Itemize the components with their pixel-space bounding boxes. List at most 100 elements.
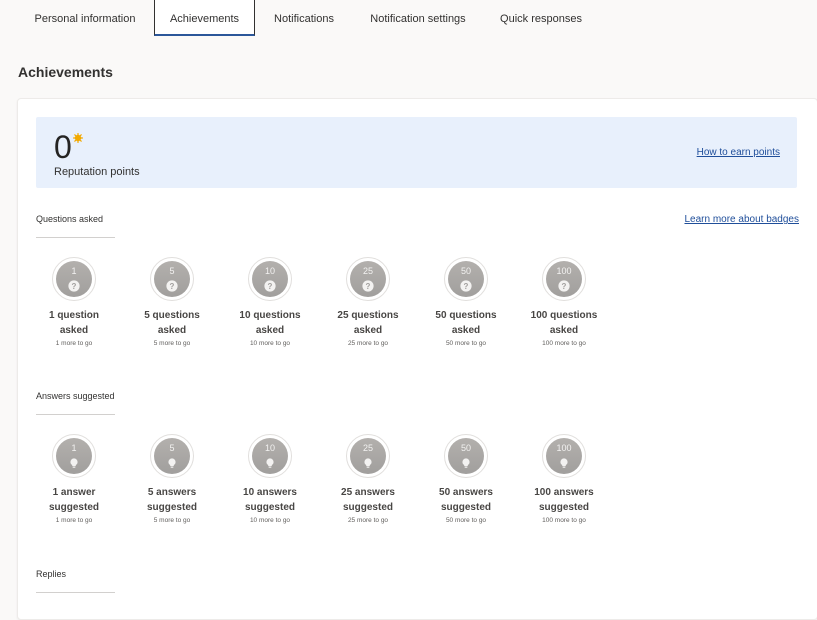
question-icon: ?	[166, 279, 178, 292]
badge-number: 10	[264, 266, 275, 276]
badge-medal-inner: 1?	[56, 261, 92, 297]
badge-title-line1: 25 answers	[341, 487, 395, 498]
question-icon: ?	[362, 279, 374, 292]
badge-medal: 50	[444, 434, 488, 478]
achievements-card: 0 Reputation points How to earn points L…	[17, 98, 817, 620]
learn-more-badges-link[interactable]: Learn more about badges	[684, 214, 799, 225]
page-title: Achievements	[18, 64, 113, 80]
lightbulb-icon	[460, 456, 472, 468]
badge: 1? 1 question asked 1 more to go	[24, 257, 124, 347]
badge-number: 1	[71, 266, 77, 276]
badge-title: 50 answers suggested	[416, 485, 516, 515]
badge-number: 50	[460, 266, 471, 276]
badge-title-line1: 10 answers	[243, 487, 297, 498]
badge-number: 100	[556, 443, 572, 453]
svg-text:?: ?	[464, 282, 469, 291]
badge-title-line2: suggested	[538, 502, 589, 513]
reputation-label: Reputation points	[54, 166, 140, 178]
badge-medal: 1?	[52, 257, 96, 301]
badge: 100 100 answers suggested 100 more to go	[514, 434, 614, 524]
tab-achievements[interactable]: Achievements	[154, 0, 255, 36]
badge: 100? 100 questions asked 100 more to go	[514, 257, 614, 347]
badge-title: 25 answers suggested	[318, 485, 418, 515]
badge-title-line1: 5 answers	[147, 487, 197, 498]
svg-text:?: ?	[562, 282, 567, 291]
tab-notifications[interactable]: Notifications	[262, 0, 346, 36]
badge: 25? 25 questions asked 25 more to go	[318, 257, 418, 347]
badge-medal: 10?	[248, 257, 292, 301]
badge-title-line1: 100 questions	[530, 310, 598, 321]
badge-title-line1: 100 answers	[534, 487, 594, 498]
tab-personal-information[interactable]: Personal information	[26, 0, 144, 36]
badge-title: 100 questions asked	[514, 308, 614, 338]
badge-number: 25	[362, 443, 373, 453]
section-divider	[36, 592, 115, 593]
badge: 10 10 answers suggested 10 more to go	[220, 434, 320, 524]
badge-title: 5 answers suggested	[122, 485, 222, 515]
badge-number: 50	[460, 443, 471, 453]
badge-medal-inner: 25	[350, 438, 386, 474]
badge-medal-inner: 1	[56, 438, 92, 474]
question-icon: ?	[558, 279, 570, 292]
badge-medal: 50?	[444, 257, 488, 301]
badge-medal: 5	[150, 434, 194, 478]
badge-title-line2: asked	[255, 325, 285, 336]
badge-title-line2: suggested	[146, 502, 197, 513]
badge-medal-inner: 10	[252, 438, 288, 474]
section-divider	[36, 414, 115, 415]
svg-text:?: ?	[268, 282, 273, 291]
badge-title-line2: asked	[59, 325, 89, 336]
badge-title-line2: suggested	[48, 502, 99, 513]
badge-title-line1: 50 answers	[439, 487, 493, 498]
lightbulb-icon	[558, 456, 570, 468]
section-title: Replies	[36, 569, 67, 579]
badge-title-line1: 25 questions	[337, 310, 399, 321]
badge: 1 1 answer suggested 1 more to go	[24, 434, 124, 524]
badge-progress: 1 more to go	[55, 517, 93, 524]
badge-medal-inner: 10?	[252, 261, 288, 297]
badge-medal: 25	[346, 434, 390, 478]
tab-quick-responses[interactable]: Quick responses	[490, 0, 592, 36]
badge-progress: 10 more to go	[249, 340, 291, 347]
question-icon: ?	[460, 279, 472, 292]
badge-title-line2: asked	[353, 325, 383, 336]
badge-title-line2: suggested	[440, 502, 491, 513]
badge-medal: 100?	[542, 257, 586, 301]
svg-text:?: ?	[366, 282, 371, 291]
badge-medal: 5?	[150, 257, 194, 301]
badge-number: 5	[169, 443, 175, 453]
badge-title-line2: asked	[157, 325, 187, 336]
badge-progress: 100 more to go	[542, 340, 586, 347]
badge-progress: 1 more to go	[55, 340, 93, 347]
badge-title-line1: 1 answer	[52, 487, 96, 498]
star-icon	[73, 133, 83, 143]
badge-title: 10 questions asked	[220, 308, 320, 338]
question-icon: ?	[264, 279, 276, 292]
badge-title: 10 answers suggested	[220, 485, 320, 515]
badge-title-line2: asked	[451, 325, 481, 336]
badge-medal: 10	[248, 434, 292, 478]
badge-title: 100 answers suggested	[514, 485, 614, 515]
reputation-value: 0	[54, 129, 72, 165]
badge-medal: 100	[542, 434, 586, 478]
badge-progress: 100 more to go	[542, 517, 586, 524]
badge-title-line1: 1 question	[48, 310, 99, 321]
section-title: Answers suggested	[36, 391, 115, 401]
lightbulb-icon	[362, 456, 374, 468]
badge-progress: 25 more to go	[347, 340, 389, 347]
badge-progress: 50 more to go	[445, 340, 487, 347]
tab-bar: Personal information Achievements Notifi…	[0, 0, 817, 36]
lightbulb-icon	[68, 456, 80, 468]
badge-medal: 1	[52, 434, 96, 478]
badge-title: 1 answer suggested	[24, 485, 124, 515]
badge-title-line1: 5 questions	[144, 310, 200, 321]
badge-title-line1: 10 questions	[239, 310, 301, 321]
reputation-banner: 0 Reputation points How to earn points	[36, 117, 797, 188]
badge: 50 50 answers suggested 50 more to go	[416, 434, 516, 524]
how-to-earn-points-link[interactable]: How to earn points	[697, 147, 780, 158]
tab-notification-settings[interactable]: Notification settings	[360, 0, 476, 36]
badge-medal-inner: 25?	[350, 261, 386, 297]
svg-text:?: ?	[170, 282, 175, 291]
section-title: Questions asked	[36, 214, 104, 224]
badge-medal: 25?	[346, 257, 390, 301]
